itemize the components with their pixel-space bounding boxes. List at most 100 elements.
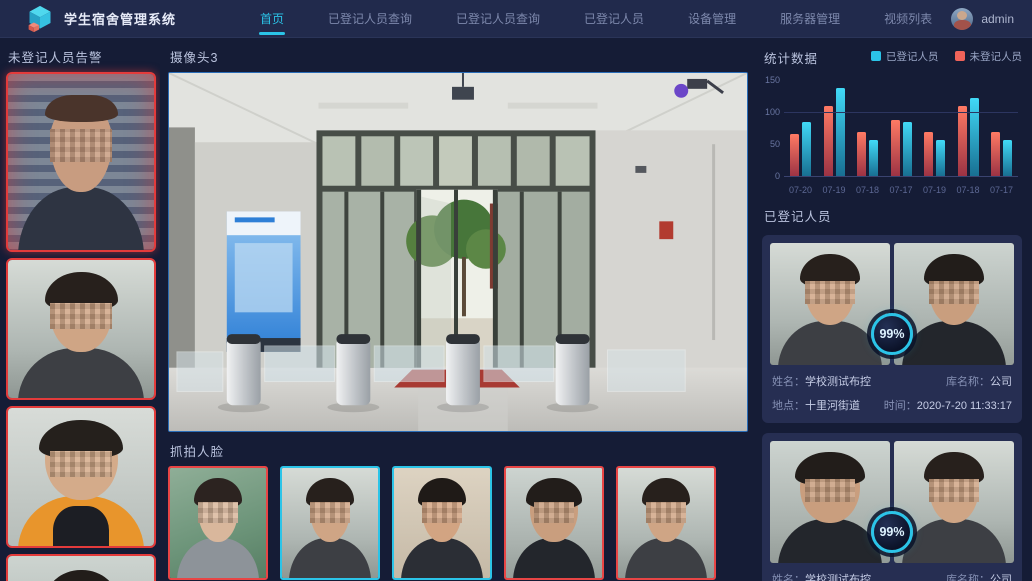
match-photos: 99% [770,441,1014,563]
field-value: 公司 [990,376,1012,388]
photo-part-torso [177,538,260,578]
bar-group [790,122,811,176]
chart-legend: 已登记人员 未登记人员 [871,49,1022,64]
legend-swatch [955,51,965,61]
photo-part-mosaic [50,129,111,162]
camera-panel: 摄像头3 [160,38,756,581]
record-row: 姓名：学校测试布控库名称：公司 [770,571,1014,581]
field-value: 公司 [990,574,1012,581]
record-field: 库名称：公司 [946,571,1012,581]
y-axis-tick: 100 [762,107,780,117]
field-label: 库名称： [946,574,990,581]
nav-item-6[interactable]: 视频列表 [882,0,934,37]
match-photo [770,243,890,365]
field-value: 学校测试布控 [805,376,871,388]
face-photo [8,74,154,250]
bar-group [991,132,1012,176]
face-photo [170,468,266,578]
bar-已登记人员 [1003,140,1012,176]
x-axis-label: 07-17 [985,185,1018,195]
alerts-title: 未登记人员告警 [8,47,156,66]
photo-part-mosaic [646,502,686,523]
bar-group [891,120,912,176]
alert-card[interactable] [6,72,156,252]
unregistered-alerts-panel: 未登记人员告警 [0,38,160,581]
photo-part-torso [625,538,708,578]
captured-face-thumb[interactable] [392,466,492,580]
alert-card[interactable] [6,554,156,581]
bar-未登记人员 [790,134,799,176]
gridline [784,112,1018,113]
bar-未登记人员 [958,106,967,176]
captured-face-thumb[interactable] [280,466,380,580]
bar-group [958,98,979,176]
nav-item-5[interactable]: 服务器管理 [778,0,842,37]
face-photo [394,468,490,578]
legend-item[interactable]: 未登记人员 [955,49,1023,64]
record-row: 地点：十里河街道时间：2020-7-20 11:33:17 [770,397,1014,413]
legend-label: 未登记人员 [970,49,1023,64]
field-value: 十里河街道 [805,400,860,412]
main-layout: 未登记人员告警 摄像头3 [0,38,1032,581]
face-photo [282,468,378,578]
x-axis-label: 07-19 [918,185,951,195]
nav-item-4[interactable]: 设备管理 [686,0,738,37]
bar-已登记人员 [802,122,811,176]
nav-item-3[interactable]: 已登记人员 [582,0,646,37]
bar-未登记人员 [891,120,900,176]
photo-part-torso [778,321,881,365]
right-panel: 统计数据 已登记人员未登记人员 07-2007-1907-1807-1707-1… [756,38,1032,581]
bar-已登记人员 [936,140,945,176]
nav-item-2[interactable]: 已登记人员查询 [454,0,542,37]
alert-card[interactable] [6,258,156,400]
bar-已登记人员 [836,88,845,176]
username: admin [981,12,1014,26]
top-navbar: 学生宿舍管理系统 首页 已登记人员查询 已登记人员查询 已登记人员 设备管理 服务器管理 视… [0,0,1032,38]
photo-part-mosaic [805,281,855,304]
captured-face-thumb[interactable] [504,466,604,580]
match-score-badge: 99% [871,511,913,553]
chart-x-axis: 07-2007-1907-1807-1707-1907-1807-17 [784,185,1018,195]
app-logo-icon [26,5,54,33]
legend-item[interactable]: 已登记人员 [871,49,939,64]
x-axis-label: 07-18 [952,185,985,195]
photo-part-mosaic [50,303,111,329]
photo-part-mosaic [534,502,574,523]
alert-card[interactable] [6,406,156,548]
match-photo [894,243,1014,365]
registered-card[interactable]: 99% 姓名：学校测试布控库名称：公司地点：十里河街道时间：2020-7-20 1… [762,235,1022,423]
registered-card[interactable]: 99%姓名：学校测试布控库名称：公司地点：十里河街道时间：2020-7-20 1… [762,433,1022,581]
photo-part-torso [902,321,1005,365]
captured-title: 抓拍人脸 [170,441,748,460]
captured-face-thumb[interactable] [616,466,716,580]
face-photo [770,243,890,365]
bar-未登记人员 [924,132,933,176]
record-row: 姓名：学校测试布控库名称：公司 [770,373,1014,389]
field-value: 2020-7-20 11:33:17 [917,400,1012,412]
photo-part-hair [45,95,118,121]
user-menu[interactable]: admin [951,8,1014,30]
stats-title: 统计数据 [764,48,818,67]
record-field: 姓名：学校测试布控 [772,373,871,389]
nav-item-0[interactable]: 首页 [258,0,286,37]
photo-part-torso [401,538,484,578]
bar-未登记人员 [857,132,866,176]
match-score-badge: 99% [871,313,913,355]
camera-feed [168,72,748,432]
captured-face-thumb[interactable] [168,466,268,580]
photo-part-mosaic [929,479,979,502]
photo-part-torso [513,538,596,578]
face-photo [894,441,1014,563]
chart-plot-area [784,79,1018,177]
photo-part-mosaic [310,502,350,523]
bar-已登记人员 [903,122,912,176]
match-photo [770,441,890,563]
nav-item-1[interactable]: 已登记人员查询 [326,0,414,37]
face-photo [8,556,154,581]
brand: 学生宿舍管理系统 [26,5,226,33]
field-label: 姓名： [772,574,805,581]
face-photo [8,260,154,398]
user-avatar [951,8,973,30]
captured-faces-row [168,466,748,580]
legend-swatch [871,51,881,61]
